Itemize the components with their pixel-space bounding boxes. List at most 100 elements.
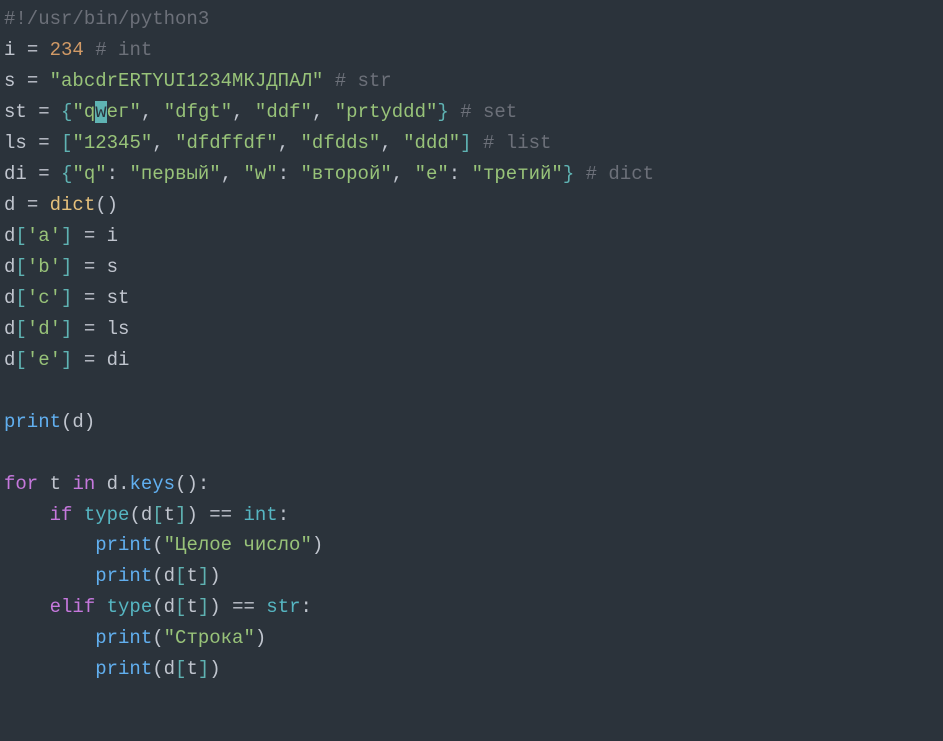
code-text: {	[61, 163, 72, 185]
code-text: =	[84, 349, 95, 371]
code-text: (	[95, 194, 106, 216]
code-text: ]	[61, 287, 72, 309]
code-text: t	[186, 658, 197, 680]
code-text: t	[164, 504, 175, 526]
code-editor[interactable]: #!/usr/bin/python3 i = 234 # int s = "ab…	[0, 0, 943, 685]
code-text: 'c'	[27, 287, 61, 309]
code-text: type	[107, 596, 153, 618]
code-text: =	[27, 194, 38, 216]
code-text: dict	[50, 194, 96, 216]
code-text: s	[107, 256, 118, 278]
code-text: =	[84, 256, 95, 278]
code-text: "ddf"	[255, 101, 312, 123]
code-text: [	[175, 596, 186, 618]
code-text: 'e'	[27, 349, 61, 371]
code-text: ]	[61, 349, 72, 371]
code-text: (	[61, 411, 72, 433]
code-text: [	[152, 504, 163, 526]
code-text: print	[95, 627, 152, 649]
code-text: =	[38, 132, 49, 154]
code-text: d	[4, 256, 15, 278]
code-text: d	[4, 318, 15, 340]
code-text: d	[4, 225, 15, 247]
code-text: for	[4, 473, 38, 495]
code-text: (	[152, 658, 163, 680]
code-text: ==	[209, 504, 232, 526]
code-text: (	[152, 596, 163, 618]
code-text: in	[72, 473, 95, 495]
code-text: "prtyddd"	[335, 101, 438, 123]
code-text: t	[186, 596, 197, 618]
code-text: 'd'	[27, 318, 61, 340]
code-text: di	[107, 349, 130, 371]
code-text: t	[186, 565, 197, 587]
code-text: =	[38, 101, 49, 123]
code-text: :	[278, 163, 289, 185]
code-text: (	[152, 627, 163, 649]
code-text: ]	[460, 132, 471, 154]
code-text: print	[95, 534, 152, 556]
code-text: st	[4, 101, 27, 123]
code-text: str	[266, 596, 300, 618]
code-text: ==	[232, 596, 255, 618]
code-text: "Строка"	[164, 627, 255, 649]
code-text: d	[4, 287, 15, 309]
code-text: ]	[61, 225, 72, 247]
shebang-line: #!/usr/bin/python3	[4, 8, 209, 30]
code-text: )	[107, 194, 118, 216]
code-text: 'a'	[27, 225, 61, 247]
code-text: elif	[50, 596, 96, 618]
code-text: s	[4, 70, 15, 92]
code-text: d	[107, 473, 118, 495]
code-text: d	[164, 596, 175, 618]
code-text: (	[152, 534, 163, 556]
code-text: =	[84, 318, 95, 340]
code-text: }	[437, 101, 448, 123]
code-text: )	[209, 596, 220, 618]
code-text: d	[141, 504, 152, 526]
code-text: int	[244, 504, 278, 526]
code-text: [	[175, 658, 186, 680]
code-text: )	[209, 658, 220, 680]
text-cursor: w	[95, 101, 106, 123]
code-text: "12345"	[72, 132, 152, 154]
code-comment: # int	[95, 39, 152, 61]
code-text: d	[72, 411, 83, 433]
code-text: [	[175, 565, 186, 587]
code-text: {	[61, 101, 72, 123]
code-text: ,	[278, 132, 289, 154]
code-text: 'b'	[27, 256, 61, 278]
code-text: =	[84, 287, 95, 309]
code-text: )	[209, 565, 220, 587]
code-text: ег"	[107, 101, 141, 123]
code-text: )	[255, 627, 266, 649]
code-text: "второй"	[301, 163, 392, 185]
code-text: =	[84, 225, 95, 247]
code-text: ]	[175, 504, 186, 526]
code-text: ,	[380, 132, 391, 154]
code-text: st	[107, 287, 130, 309]
code-text: "третий"	[472, 163, 563, 185]
code-text: }	[563, 163, 574, 185]
code-text: ,	[392, 163, 403, 185]
code-text: :	[449, 163, 460, 185]
code-text: ,	[312, 101, 323, 123]
code-text: =	[38, 163, 49, 185]
code-text: "первый"	[129, 163, 220, 185]
code-text: ,	[141, 101, 152, 123]
code-text: if	[50, 504, 73, 526]
code-text: d	[4, 349, 15, 371]
code-text: "dfdds"	[301, 132, 381, 154]
code-text: "ddd"	[403, 132, 460, 154]
code-text: keys	[129, 473, 175, 495]
code-text: i	[107, 225, 118, 247]
code-text: d	[4, 194, 15, 216]
code-comment: # set	[460, 101, 517, 123]
code-text: [	[15, 287, 26, 309]
code-text: print	[95, 658, 152, 680]
code-text: [	[15, 318, 26, 340]
code-text: [	[15, 256, 26, 278]
code-text: type	[84, 504, 130, 526]
code-text: :	[198, 473, 209, 495]
code-text: ,	[152, 132, 163, 154]
